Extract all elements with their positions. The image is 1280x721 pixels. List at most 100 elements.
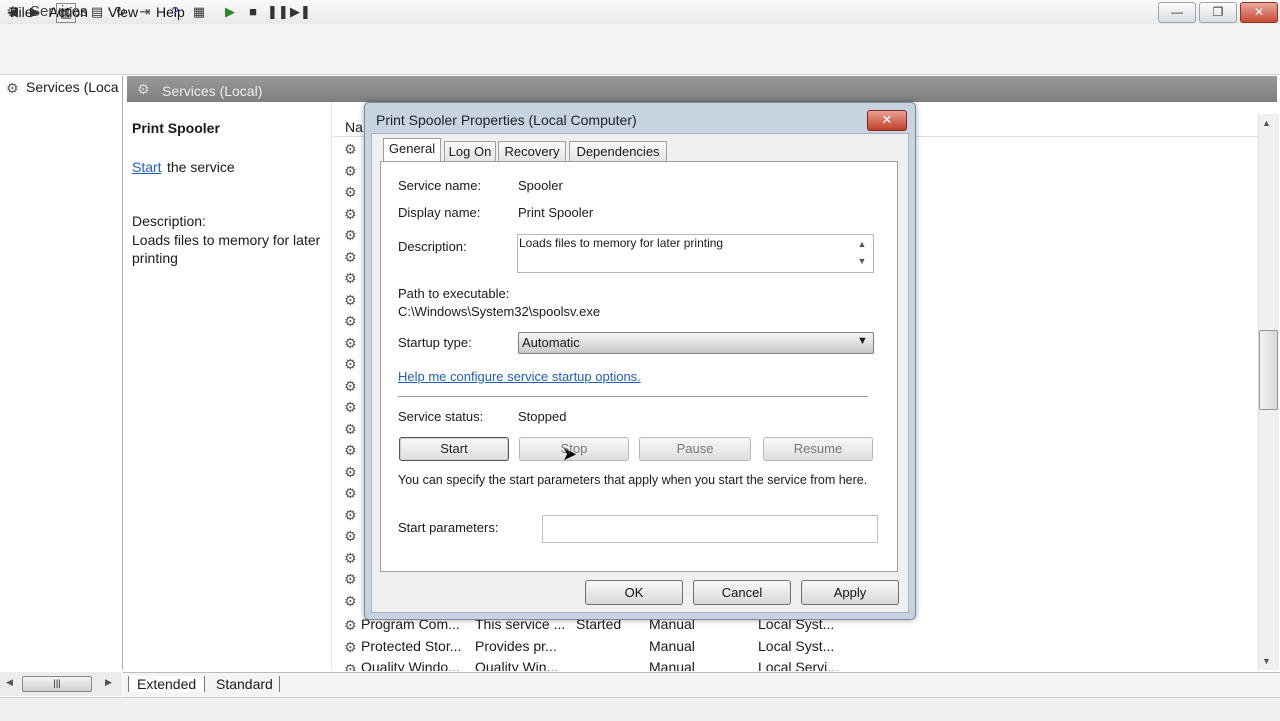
start-service-link[interactable]: Start — [132, 159, 162, 175]
description-scroll-arrows-icon[interactable]: ▲ ▼ — [854, 236, 870, 270]
tree-node-services[interactable]: ⚙ Services (Loca — [0, 76, 122, 100]
forward-arrow-icon[interactable]: ▶ — [26, 3, 44, 21]
service-gear-icon: ⚙ — [344, 334, 357, 351]
service-gear-icon: ⚙ — [344, 463, 357, 480]
tab-extended[interactable]: Extended — [128, 676, 206, 692]
path-value: C:\Windows\System32\spoolsv.exe — [398, 304, 601, 319]
service-gear-icon: ⚙ — [344, 617, 357, 633]
tab-standard[interactable]: Standard — [210, 676, 280, 692]
scroll-down-arrow-icon[interactable]: ▼ — [1262, 656, 1271, 666]
service-startup: Manual — [649, 638, 695, 654]
menu-bar — [0, 24, 1280, 48]
refresh-icon[interactable]: ↻ — [112, 3, 130, 21]
tree-node-label: Services (Loca — [26, 79, 119, 95]
tab-general[interactable]: General — [383, 138, 441, 163]
scroll-right-arrow-icon[interactable]: ▶ — [105, 677, 112, 688]
service-title: Print Spooler — [132, 120, 220, 136]
scope-header-label: Services (Local) — [162, 83, 263, 99]
service-gear-icon: ⚙ — [344, 661, 357, 671]
service-gear-icon: ⚙ — [344, 399, 357, 415]
service-status-value: Stopped — [518, 409, 567, 424]
service-gear-icon: ⚙ — [344, 313, 357, 329]
close-button[interactable]: ✕ — [1240, 2, 1278, 23]
service-logon: Local Syst... — [758, 638, 835, 654]
description-field-label: Description: — [398, 239, 467, 254]
display-name-value: Print Spooler — [518, 205, 594, 220]
table-row[interactable]: ⚙ Quality Windo... Quality Win... Manual… — [340, 659, 840, 671]
console-tree — [0, 76, 123, 670]
service-gear-icon: ⚙ — [344, 442, 357, 458]
scroll-up-arrow-icon[interactable]: ▲ — [1262, 118, 1271, 128]
start-link-suffix: the service — [167, 159, 235, 175]
service-gear-icon: ⚙ — [344, 528, 357, 544]
service-gear-icon: ⚙ — [344, 592, 357, 609]
toolbar — [0, 48, 1280, 75]
chevron-down-icon: ▼ — [857, 335, 868, 347]
view-tab-bar — [123, 672, 1280, 697]
service-name-label: Service name: — [398, 178, 482, 193]
properties-icon[interactable]: ▤ — [88, 3, 106, 21]
services-gear-icon: ⚙ — [137, 81, 150, 97]
service-gear-icon: ⚙ — [344, 377, 357, 394]
service-gear-icon: ⚙ — [344, 291, 357, 308]
path-label: Path to executable: — [398, 286, 510, 301]
description-label: Description: — [132, 213, 206, 229]
tab-log-on[interactable]: Log On — [444, 141, 496, 162]
dialog-title: Print Spooler Properties (Local Computer… — [376, 112, 637, 128]
services-gear-icon: ⚙ — [6, 80, 19, 96]
start-parameters-label: Start parameters: — [398, 520, 499, 535]
service-name-value: Spooler — [518, 178, 563, 193]
service-gear-icon: ⚙ — [344, 162, 357, 179]
service-gear-icon: ⚙ — [344, 420, 357, 437]
start-service-icon[interactable]: ▶ — [221, 3, 239, 21]
restart-service-icon[interactable]: ▶❚ — [290, 3, 311, 21]
stop-service-icon[interactable]: ■ — [244, 3, 262, 21]
service-gear-icon: ⚙ — [344, 184, 357, 200]
export-list-icon[interactable]: ⇥ — [136, 3, 154, 21]
scope-header — [127, 76, 1277, 102]
service-gear-icon: ⚙ — [344, 356, 357, 372]
service-description: Provides pr... — [475, 638, 557, 654]
tab-recovery[interactable]: Recovery — [498, 141, 566, 162]
service-gear-icon: ⚙ — [344, 141, 357, 157]
ok-button[interactable]: OK — [585, 580, 683, 605]
startup-type-value: Automatic — [522, 335, 580, 350]
show-hide-console-tree-icon[interactable]: ▥ — [56, 3, 76, 23]
resume-button[interactable]: Resume — [763, 437, 873, 461]
startup-help-link[interactable]: Help me configure service startup option… — [398, 369, 641, 384]
service-gear-icon: ⚙ — [344, 506, 357, 523]
cancel-button[interactable]: Cancel — [693, 580, 791, 605]
pause-service-icon[interactable]: ❚❚ — [267, 3, 289, 21]
horizontal-scroll-thumb[interactable]: ||| — [22, 676, 92, 692]
status-bar — [0, 697, 1280, 721]
dialog-close-button[interactable]: ✕ — [867, 110, 907, 131]
start-parameters-note: You can specify the start parameters tha… — [398, 473, 868, 487]
start-parameters-input[interactable] — [542, 515, 878, 543]
scroll-left-arrow-icon[interactable]: ◀ — [6, 677, 13, 688]
description-text: Loads files to memory for later printing — [132, 232, 321, 266]
service-name: Quality Windo... — [361, 659, 460, 671]
start-button[interactable]: Start — [399, 437, 509, 461]
back-arrow-icon[interactable]: ◀ — [4, 3, 22, 21]
service-logon: Local Servi... — [758, 659, 839, 671]
action-pane-icon[interactable]: ▦ — [190, 3, 208, 21]
startup-type-label: Startup type: — [398, 335, 472, 350]
table-row[interactable]: ⚙ Protected Stor... Provides pr... Manua… — [340, 637, 840, 657]
minimize-button[interactable]: — — [1158, 2, 1196, 23]
service-gear-icon: ⚙ — [344, 270, 357, 286]
apply-button[interactable]: Apply — [801, 580, 899, 605]
description-textbox-text: Loads files to memory for later printing — [519, 236, 724, 250]
divider — [398, 396, 868, 397]
vertical-scroll-thumb[interactable] — [1259, 330, 1278, 410]
maximize-button[interactable]: ❐ — [1199, 2, 1237, 23]
service-status-label: Service status: — [398, 409, 484, 424]
service-gear-icon: ⚙ — [344, 549, 357, 566]
mouse-cursor-icon: ➤ — [562, 444, 578, 464]
service-gear-icon: ⚙ — [344, 639, 357, 655]
service-gear-icon: ⚙ — [344, 205, 357, 222]
tab-dependencies[interactable]: Dependencies — [569, 141, 667, 162]
column-header-name[interactable]: Na — [345, 119, 363, 135]
pause-button[interactable]: Pause — [639, 437, 751, 461]
service-name: Protected Stor... — [361, 638, 462, 654]
help-icon[interactable]: ? — [166, 3, 184, 21]
